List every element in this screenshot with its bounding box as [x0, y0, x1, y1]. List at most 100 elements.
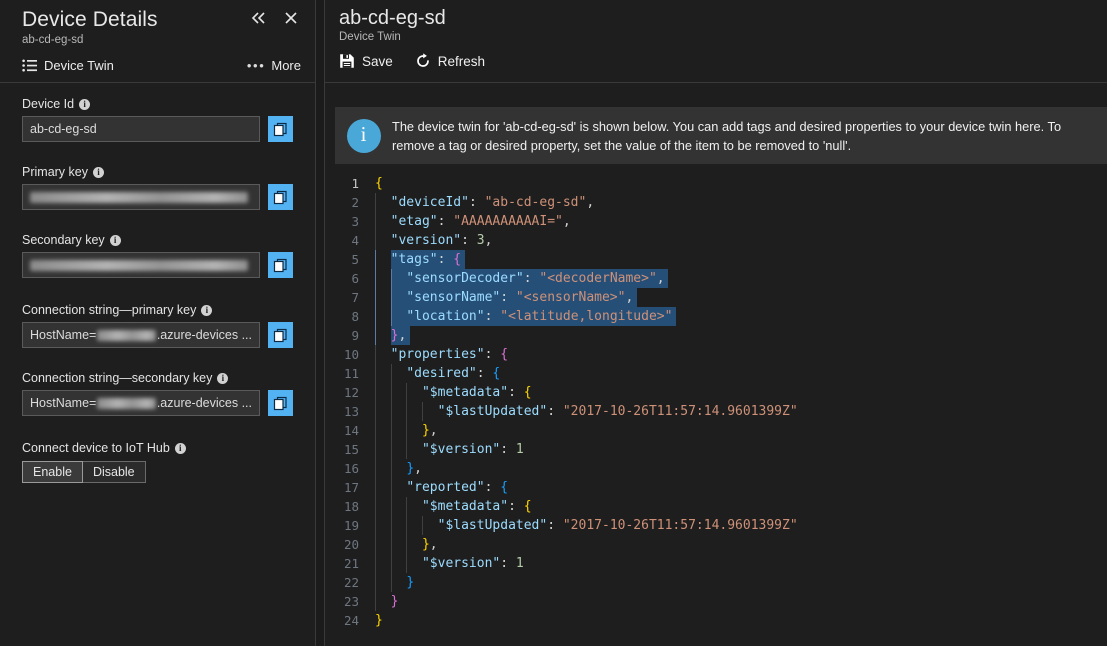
code-text: "location": "<latitude,longitude>": [371, 307, 672, 326]
copy-device-id-button[interactable]: [268, 116, 293, 142]
indent-guide: [390, 421, 392, 440]
code-text: },: [371, 326, 406, 345]
info-tooltip-icon[interactable]: i: [109, 234, 121, 246]
code-line[interactable]: 21 "$version": 1: [335, 554, 1107, 573]
copy-connection-string-primary-button[interactable]: [268, 322, 293, 348]
code-line[interactable]: 22 }: [335, 573, 1107, 592]
code-line[interactable]: 13 "$lastUpdated": "2017-10-26T11:57:14.…: [335, 402, 1107, 421]
indent-guide: [375, 573, 376, 592]
line-number: 3: [351, 214, 359, 229]
info-tooltip-icon[interactable]: i: [79, 98, 91, 110]
code-text: },: [371, 421, 438, 440]
code-text: "$version": 1: [371, 440, 524, 459]
code-line[interactable]: 23 }: [335, 592, 1107, 611]
code-line[interactable]: 3 "etag": "AAAAAAAAAAI=",: [335, 212, 1107, 231]
right-panel-command-bar: Save Refresh: [325, 46, 1107, 76]
code-line[interactable]: 14 },: [335, 421, 1107, 440]
code-line[interactable]: 17 "reported": {: [335, 478, 1107, 497]
code-line[interactable]: 5 "tags": {: [335, 250, 1107, 269]
info-tooltip-icon[interactable]: i: [92, 166, 104, 178]
redacted-hubname: [97, 397, 156, 409]
indent-guide: [406, 554, 408, 573]
indent-guide: [375, 250, 376, 269]
info-tooltip-icon[interactable]: i: [217, 372, 229, 384]
line-number: 23: [343, 594, 359, 609]
code-line[interactable]: 19 "$lastUpdated": "2017-10-26T11:57:14.…: [335, 516, 1107, 535]
primary-key-input[interactable]: [22, 184, 260, 210]
indent-guide: [390, 497, 392, 516]
refresh-icon: [415, 53, 431, 69]
code-text: "$metadata": {: [371, 497, 532, 516]
connection-string-secondary-input[interactable]: HostName= .azure-devices ...: [22, 390, 260, 416]
left-panel: Device Details ab-cd-eg-sd Device Twin •…: [0, 0, 316, 646]
command-more[interactable]: ••• More: [247, 58, 301, 73]
line-number: 16: [343, 461, 359, 476]
line-number: 6: [351, 271, 359, 286]
line-number: 7: [351, 290, 359, 305]
list-icon: [22, 59, 37, 72]
code-line[interactable]: 12 "$metadata": {: [335, 383, 1107, 402]
indent-guide: [375, 269, 376, 288]
info-tooltip-icon[interactable]: i: [174, 442, 186, 454]
device-twin-json-editor[interactable]: 1{2 "deviceId": "ab-cd-eg-sd", 3 "etag": …: [335, 174, 1107, 646]
copy-connection-string-secondary-button[interactable]: [268, 390, 293, 416]
line-number: 12: [343, 385, 359, 400]
secondary-key-input[interactable]: [22, 252, 260, 278]
redacted-value: [30, 191, 248, 203]
device-id-input[interactable]: ab-cd-eg-sd: [22, 116, 260, 142]
save-button[interactable]: Save: [339, 53, 393, 69]
code-line[interactable]: 4 "version": 3,: [335, 231, 1107, 250]
field-connect-device-label: Connect device to IoT Hub i: [22, 441, 293, 455]
indent-guide: [375, 231, 376, 250]
code-line[interactable]: 15 "$version": 1: [335, 440, 1107, 459]
line-number: 21: [343, 556, 359, 571]
indent-guide: [375, 440, 376, 459]
info-tooltip-icon[interactable]: i: [201, 304, 213, 316]
close-blade-button[interactable]: [279, 6, 303, 30]
info-banner: i The device twin for 'ab-cd-eg-sd' is s…: [335, 107, 1107, 164]
connection-string-primary-input[interactable]: HostName= .azure-devices ...: [22, 322, 260, 348]
code-text: "etag": "AAAAAAAAAAI=",: [371, 212, 571, 231]
code-line[interactable]: 6 "sensorDecoder": "<decoderName>",: [335, 269, 1107, 288]
indent-guide: [390, 383, 392, 402]
code-line[interactable]: 2 "deviceId": "ab-cd-eg-sd",: [335, 193, 1107, 212]
collapse-blade-button[interactable]: [247, 6, 271, 30]
indent-guide: [406, 421, 408, 440]
command-device-twin[interactable]: Device Twin: [22, 58, 114, 73]
indent-guide: [406, 497, 408, 516]
code-line[interactable]: 11 "desired": {: [335, 364, 1107, 383]
line-number: 13: [343, 404, 359, 419]
code-line[interactable]: 7 "sensorName": "<sensorName>",: [335, 288, 1107, 307]
field-primary-key: Primary key i: [22, 165, 293, 210]
indent-guide: [375, 307, 376, 326]
code-line[interactable]: 18 "$metadata": {: [335, 497, 1107, 516]
device-twin-title: ab-cd-eg-sd: [339, 7, 446, 29]
line-number: 2: [351, 195, 359, 210]
refresh-button[interactable]: Refresh: [415, 53, 485, 69]
indent-guide: [375, 421, 376, 440]
copy-icon: [273, 258, 288, 273]
code-line[interactable]: 1{: [335, 174, 1107, 193]
field-secondary-key: Secondary key i: [22, 233, 293, 278]
code-line[interactable]: 16 },: [335, 459, 1107, 478]
indent-guide: [390, 402, 392, 421]
code-line[interactable]: 8 "location": "<latitude,longitude>": [335, 307, 1107, 326]
code-line[interactable]: 10 "properties": {: [335, 345, 1107, 364]
code-text: "desired": {: [371, 364, 500, 383]
code-text: "deviceId": "ab-cd-eg-sd",: [371, 193, 594, 212]
indent-guide: [375, 516, 376, 535]
enable-button[interactable]: Enable: [22, 461, 83, 483]
code-line[interactable]: 9 },: [335, 326, 1107, 345]
copy-primary-key-button[interactable]: [268, 184, 293, 210]
code-line[interactable]: 20 },: [335, 535, 1107, 554]
indent-guide: [375, 478, 376, 497]
disable-button[interactable]: Disable: [82, 461, 146, 483]
copy-secondary-key-button[interactable]: [268, 252, 293, 278]
code-line[interactable]: 24}: [335, 611, 1107, 630]
indent-guide: [390, 554, 392, 573]
indent-guide: [375, 459, 376, 478]
right-panel-divider: [325, 82, 1107, 83]
connect-device-toggle-group: Enable Disable: [22, 461, 293, 483]
field-device-id: Device Id i ab-cd-eg-sd: [22, 97, 293, 142]
indent-guide: [375, 554, 376, 573]
